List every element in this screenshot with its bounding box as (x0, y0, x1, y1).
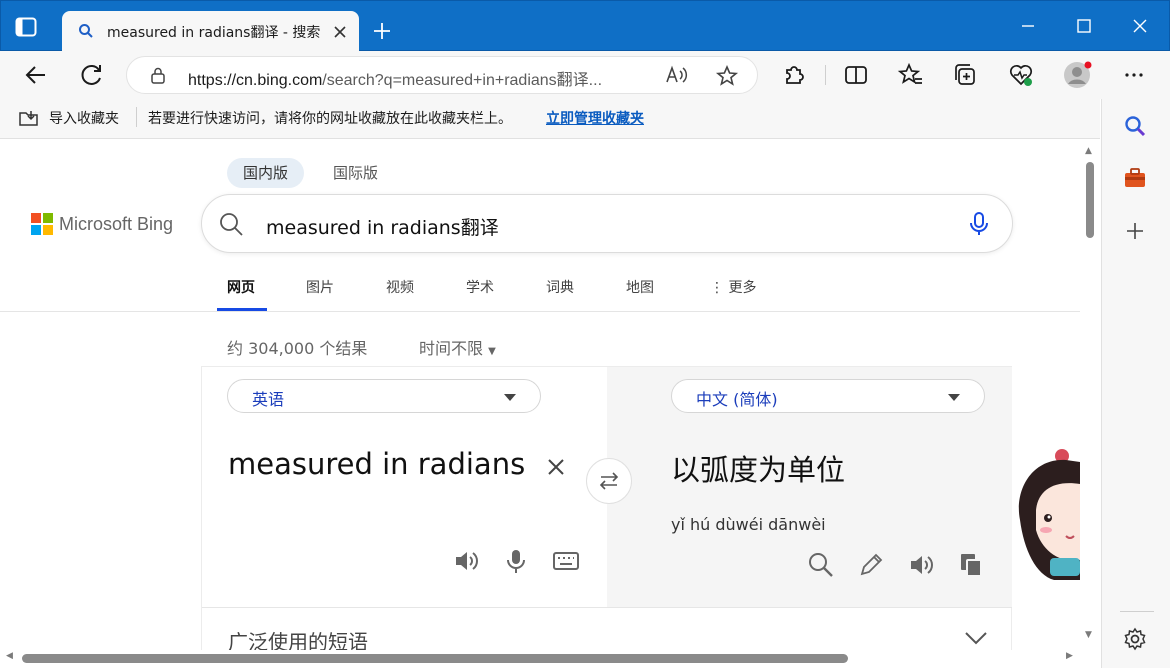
profile-avatar[interactable] (1062, 60, 1092, 90)
scroll-right-arrow-icon[interactable]: ▶ (1066, 651, 1073, 661)
more-dots-icon: ⋮ (710, 280, 724, 296)
maximize-icon[interactable] (1073, 15, 1095, 37)
import-favorites-label[interactable]: 导入收藏夹 (49, 108, 119, 128)
source-text-input[interactable]: measured in radians (228, 447, 525, 481)
result-count: 约 304,000 个结果 (227, 339, 368, 358)
nav-images[interactable]: 图片 (306, 277, 334, 297)
sidebar-divider (1120, 611, 1154, 612)
import-favorites-icon[interactable] (18, 109, 40, 127)
mascot-character-image[interactable] (1014, 440, 1080, 590)
search-box[interactable]: measured in radians翻译 (201, 194, 1013, 253)
caret-down-icon (504, 394, 516, 401)
region-domestic-tab[interactable]: 国内版 (227, 158, 305, 188)
more-options-icon[interactable] (1120, 61, 1148, 89)
edit-icon[interactable] (857, 551, 885, 579)
pinyin-text: yǐ hú dùwéi dānwèi (671, 515, 826, 534)
refresh-icon[interactable] (78, 61, 106, 89)
search-input[interactable]: measured in radians翻译 (266, 213, 499, 240)
sidebar-tools-icon[interactable] (1122, 165, 1148, 191)
scroll-left-arrow-icon[interactable]: ◀ (6, 651, 13, 661)
web-page: 国内版 国际版 Microsoft Bing measured in radia… (0, 140, 1080, 650)
search-favicon-icon (78, 23, 94, 39)
split-screen-icon[interactable] (842, 61, 870, 89)
translated-text: 以弧度为单位 (671, 453, 846, 487)
toolbar-divider (825, 65, 826, 85)
dictionary-search-icon[interactable] (807, 551, 835, 579)
speaker-icon[interactable] (452, 547, 480, 575)
sidebar-add-icon[interactable] (1122, 218, 1148, 244)
voice-search-icon[interactable] (968, 211, 990, 237)
nav-web[interactable]: 网页 (227, 277, 255, 297)
url-domain: https://cn.bing.com (188, 72, 323, 89)
search-icon[interactable] (218, 211, 244, 237)
sidebar-search-icon[interactable] (1122, 113, 1148, 139)
edge-sidebar (1101, 99, 1170, 668)
sidebar-settings-icon[interactable] (1122, 626, 1148, 652)
keyboard-icon[interactable] (552, 547, 580, 575)
url-path: /search?q=measured+in+radians翻译... (322, 72, 603, 89)
target-speaker-icon[interactable] (907, 551, 935, 579)
chevron-down-icon[interactable] (964, 630, 988, 645)
lock-icon[interactable] (149, 66, 167, 84)
bing-logo-text[interactable]: Microsoft Bing (59, 214, 173, 235)
scroll-down-arrow-icon[interactable]: ▼ (1085, 630, 1092, 640)
minimize-icon[interactable] (1017, 15, 1039, 37)
microsoft-logo-icon[interactable] (31, 213, 53, 235)
favorites-bar: 导入收藏夹 若要进行快速访问，请将你的网址收藏放在此收藏夹栏上。 立即管理收藏夹 (0, 99, 1100, 139)
source-language: 英语 (252, 390, 285, 409)
back-icon[interactable] (22, 61, 50, 89)
swap-icon (599, 472, 619, 490)
copy-icon[interactable] (957, 551, 985, 579)
read-aloud-icon[interactable] (665, 64, 689, 86)
horizontal-scroll-thumb[interactable] (22, 654, 848, 663)
region-international-tab[interactable]: 国际版 (317, 158, 394, 188)
translator-card: 英语 measured in radians 中文 (简体) 以弧度为单位 yǐ… (201, 366, 1012, 650)
caret-down-icon (948, 394, 960, 401)
time-filter-label: 时间不限 (419, 339, 484, 358)
new-tab-icon[interactable] (372, 21, 392, 41)
nav-more-label: 更多 (728, 280, 757, 296)
title-bar: measured in radians翻译 - 搜索 (0, 0, 1170, 52)
target-pane: 中文 (简体) 以弧度为单位 yǐ hú dùwéi dānwèi (607, 367, 1012, 607)
target-language-select[interactable]: 中文 (简体) (671, 379, 985, 413)
extensions-icon[interactable] (780, 61, 808, 89)
caret-down-icon: ▼ (488, 346, 496, 357)
common-phrases-title: 广泛使用的短语 (228, 630, 368, 650)
vertical-scroll-thumb[interactable] (1086, 162, 1094, 238)
browser-tab[interactable]: measured in radians翻译 - 搜索 (62, 11, 359, 52)
source-language-select[interactable]: 英语 (227, 379, 541, 413)
nav-academic[interactable]: 学术 (466, 277, 494, 297)
close-tab-icon[interactable] (333, 24, 347, 38)
nav-videos[interactable]: 视频 (386, 277, 414, 297)
favorites-hint: 若要进行快速访问，请将你的网址收藏放在此收藏夹栏上。 (148, 111, 512, 127)
address-bar[interactable]: https://cn.bing.com/search?q=measured+in… (126, 56, 758, 94)
add-favorite-icon[interactable] (715, 64, 739, 88)
nav-dictionary[interactable]: 词典 (546, 277, 574, 297)
scroll-up-arrow-icon[interactable]: ▲ (1085, 146, 1092, 156)
favorites-divider (136, 107, 137, 127)
collections-icon[interactable] (952, 61, 980, 89)
favorites-icon[interactable] (897, 61, 925, 89)
swap-languages-button[interactable] (586, 458, 632, 504)
nav-active-indicator (217, 308, 267, 311)
nav-more[interactable]: ⋮ 更多 (710, 277, 756, 297)
nav-maps[interactable]: 地图 (626, 277, 654, 297)
source-pane: 英语 measured in radians (202, 367, 607, 607)
time-filter[interactable]: 时间不限 ▼ (419, 335, 496, 359)
tab-actions-icon[interactable] (15, 17, 37, 37)
manage-favorites-link[interactable]: 立即管理收藏夹 (546, 108, 644, 128)
horizontal-scrollbar[interactable]: ◀ ▶ (0, 650, 1080, 668)
browser-essentials-icon[interactable] (1007, 61, 1035, 89)
clear-text-icon[interactable] (546, 457, 566, 477)
close-window-icon[interactable] (1129, 15, 1151, 37)
search-nav: 网页 图片 视频 学术 词典 地图 ⋮ 更多 (0, 270, 1080, 312)
common-phrases-section[interactable]: 广泛使用的短语 (202, 607, 1012, 650)
target-language: 中文 (简体) (696, 390, 778, 409)
tab-title: measured in radians翻译 - 搜索 (107, 25, 321, 41)
url-text[interactable]: https://cn.bing.com/search?q=measured+in… (188, 66, 602, 90)
microphone-icon[interactable] (502, 547, 530, 575)
vertical-scrollbar[interactable]: ▲ ▼ (1080, 140, 1100, 650)
